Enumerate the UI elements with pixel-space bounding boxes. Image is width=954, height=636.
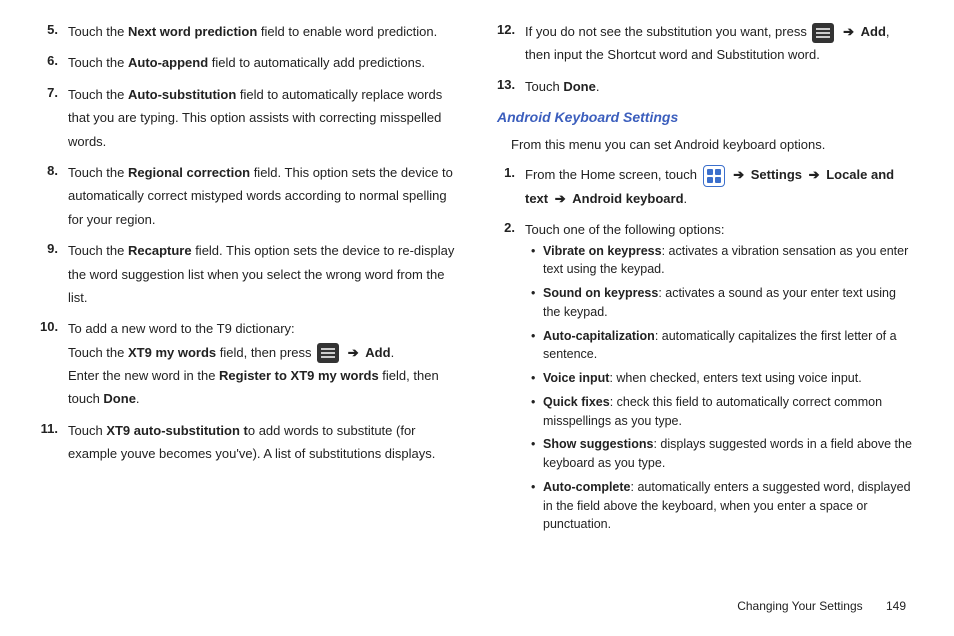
step-body: Touch the Next word prediction field to … [68,20,457,43]
list-item: Sound on keypress: activates a sound as … [531,284,914,322]
step-number: 8. [40,161,68,231]
t: field to automatically add predictions. [208,55,425,70]
t: Register to XT9 my words [219,368,379,383]
t: Sound on keypress [543,286,658,300]
step-body: To add a new word to the T9 dictionary: … [68,317,457,411]
t: XT9 my words [128,345,216,360]
t: Voice input [543,371,609,385]
step-number: 1. [497,163,525,210]
options-list: Vibrate on keypress: activates a vibrati… [531,242,914,535]
step-12: 12. If you do not see the substitution y… [497,20,914,67]
t: field to enable word prediction. [257,24,437,39]
step-number: 10. [40,317,68,411]
list-item: Show suggestions: displays suggested wor… [531,435,914,473]
footer-section: Changing Your Settings [737,599,862,613]
t: Auto-capitalization [543,329,655,343]
t: Touch the [68,165,128,180]
list-item: Vibrate on keypress: activates a vibrati… [531,242,914,280]
step-body: Touch one of the following options: Vibr… [525,218,914,539]
t: Android keyboard [572,191,683,206]
step-number: 12. [497,20,525,67]
step-body: Touch the Auto-append field to automatic… [68,51,457,74]
step-9: 9. Touch the Recapture field. This optio… [40,239,457,309]
t: Auto-complete [543,480,631,494]
step-10: 10. To add a new word to the T9 dictiona… [40,317,457,411]
list-item: Voice input: when checked, enters text u… [531,369,914,388]
step-number: 9. [40,239,68,309]
list-item: Quick fixes: check this field to automat… [531,393,914,431]
t: Add [861,24,886,39]
apps-icon [703,165,725,187]
t: Touch the [68,55,128,70]
arrow-icon: ➔ [348,345,359,360]
t: Auto-substitution [128,87,236,102]
section-intro: From this menu you can set Android keybo… [511,135,914,156]
step-number: 6. [40,51,68,74]
t: Settings [751,167,802,182]
t: Touch [68,423,106,438]
t: Touch the [68,24,128,39]
t: Recapture [128,243,192,258]
step-5: 5. Touch the Next word prediction field … [40,20,457,43]
page-columns: 5. Touch the Next word prediction field … [40,20,914,547]
t: Vibrate on keypress [543,244,662,258]
t: Touch the [68,345,128,360]
section-heading: Android Keyboard Settings [497,106,914,128]
t: XT9 auto-substitution t [106,423,248,438]
t: Add [365,345,390,360]
step-body: Touch XT9 auto-substitution to add words… [68,419,457,466]
t: Next word prediction [128,24,257,39]
step-body: From the Home screen, touch ➔ Settings ➔… [525,163,914,210]
t: Touch the [68,87,128,102]
t: Enter the new word in the [68,368,219,383]
t: . [596,79,600,94]
step-11: 11. Touch XT9 auto-substitution to add w… [40,419,457,466]
step-number: 11. [40,419,68,466]
arrow-icon: ➔ [733,167,744,182]
step-7: 7. Touch the Auto-substitution field to … [40,83,457,153]
step-body: Touch the Regional correction field. Thi… [68,161,457,231]
t: Touch the [68,243,128,258]
arrow-icon: ➔ [809,167,820,182]
t: Regional correction [128,165,250,180]
t: field, then press [216,345,315,360]
t: To add a new word to the T9 dictionary: [68,321,295,336]
step-body: If you do not see the substitution you w… [525,20,914,67]
right-step-1: 1. From the Home screen, touch ➔ Setting… [497,163,914,210]
step-body: Touch the Recapture field. This option s… [68,239,457,309]
page-footer: Changing Your Settings 149 [737,597,906,616]
t: Show suggestions [543,437,653,451]
t: From the Home screen, touch [525,167,701,182]
step-8: 8. Touch the Regional correction field. … [40,161,457,231]
menu-icon [812,23,834,43]
step-body: Touch the Auto-substitution field to aut… [68,83,457,153]
t: Touch one of the following options: [525,222,724,237]
list-item: Auto-complete: automatically enters a su… [531,478,914,534]
step-13: 13. Touch Done. [497,75,914,98]
list-item: Auto-capitalization: automatically capit… [531,327,914,365]
page-number: 149 [886,599,906,613]
t: If you do not see the substitution you w… [525,24,810,39]
t: . [684,191,688,206]
left-column: 5. Touch the Next word prediction field … [40,20,457,547]
t: . [391,345,395,360]
step-6: 6. Touch the Auto-append field to automa… [40,51,457,74]
t: Done [103,391,136,406]
step-number: 5. [40,20,68,43]
arrow-icon: ➔ [843,24,854,39]
menu-icon [317,343,339,363]
right-column: 12. If you do not see the substitution y… [497,20,914,547]
t: . [136,391,140,406]
step-number: 13. [497,75,525,98]
arrow-icon: ➔ [555,191,566,206]
step-body: Touch Done. [525,75,914,98]
t: Auto-append [128,55,208,70]
step-number: 2. [497,218,525,539]
t: Touch [525,79,563,94]
step-number: 7. [40,83,68,153]
t: Done [563,79,596,94]
right-step-2: 2. Touch one of the following options: V… [497,218,914,539]
t: : when checked, enters text using voice … [609,371,861,385]
t: Quick fixes [543,395,610,409]
